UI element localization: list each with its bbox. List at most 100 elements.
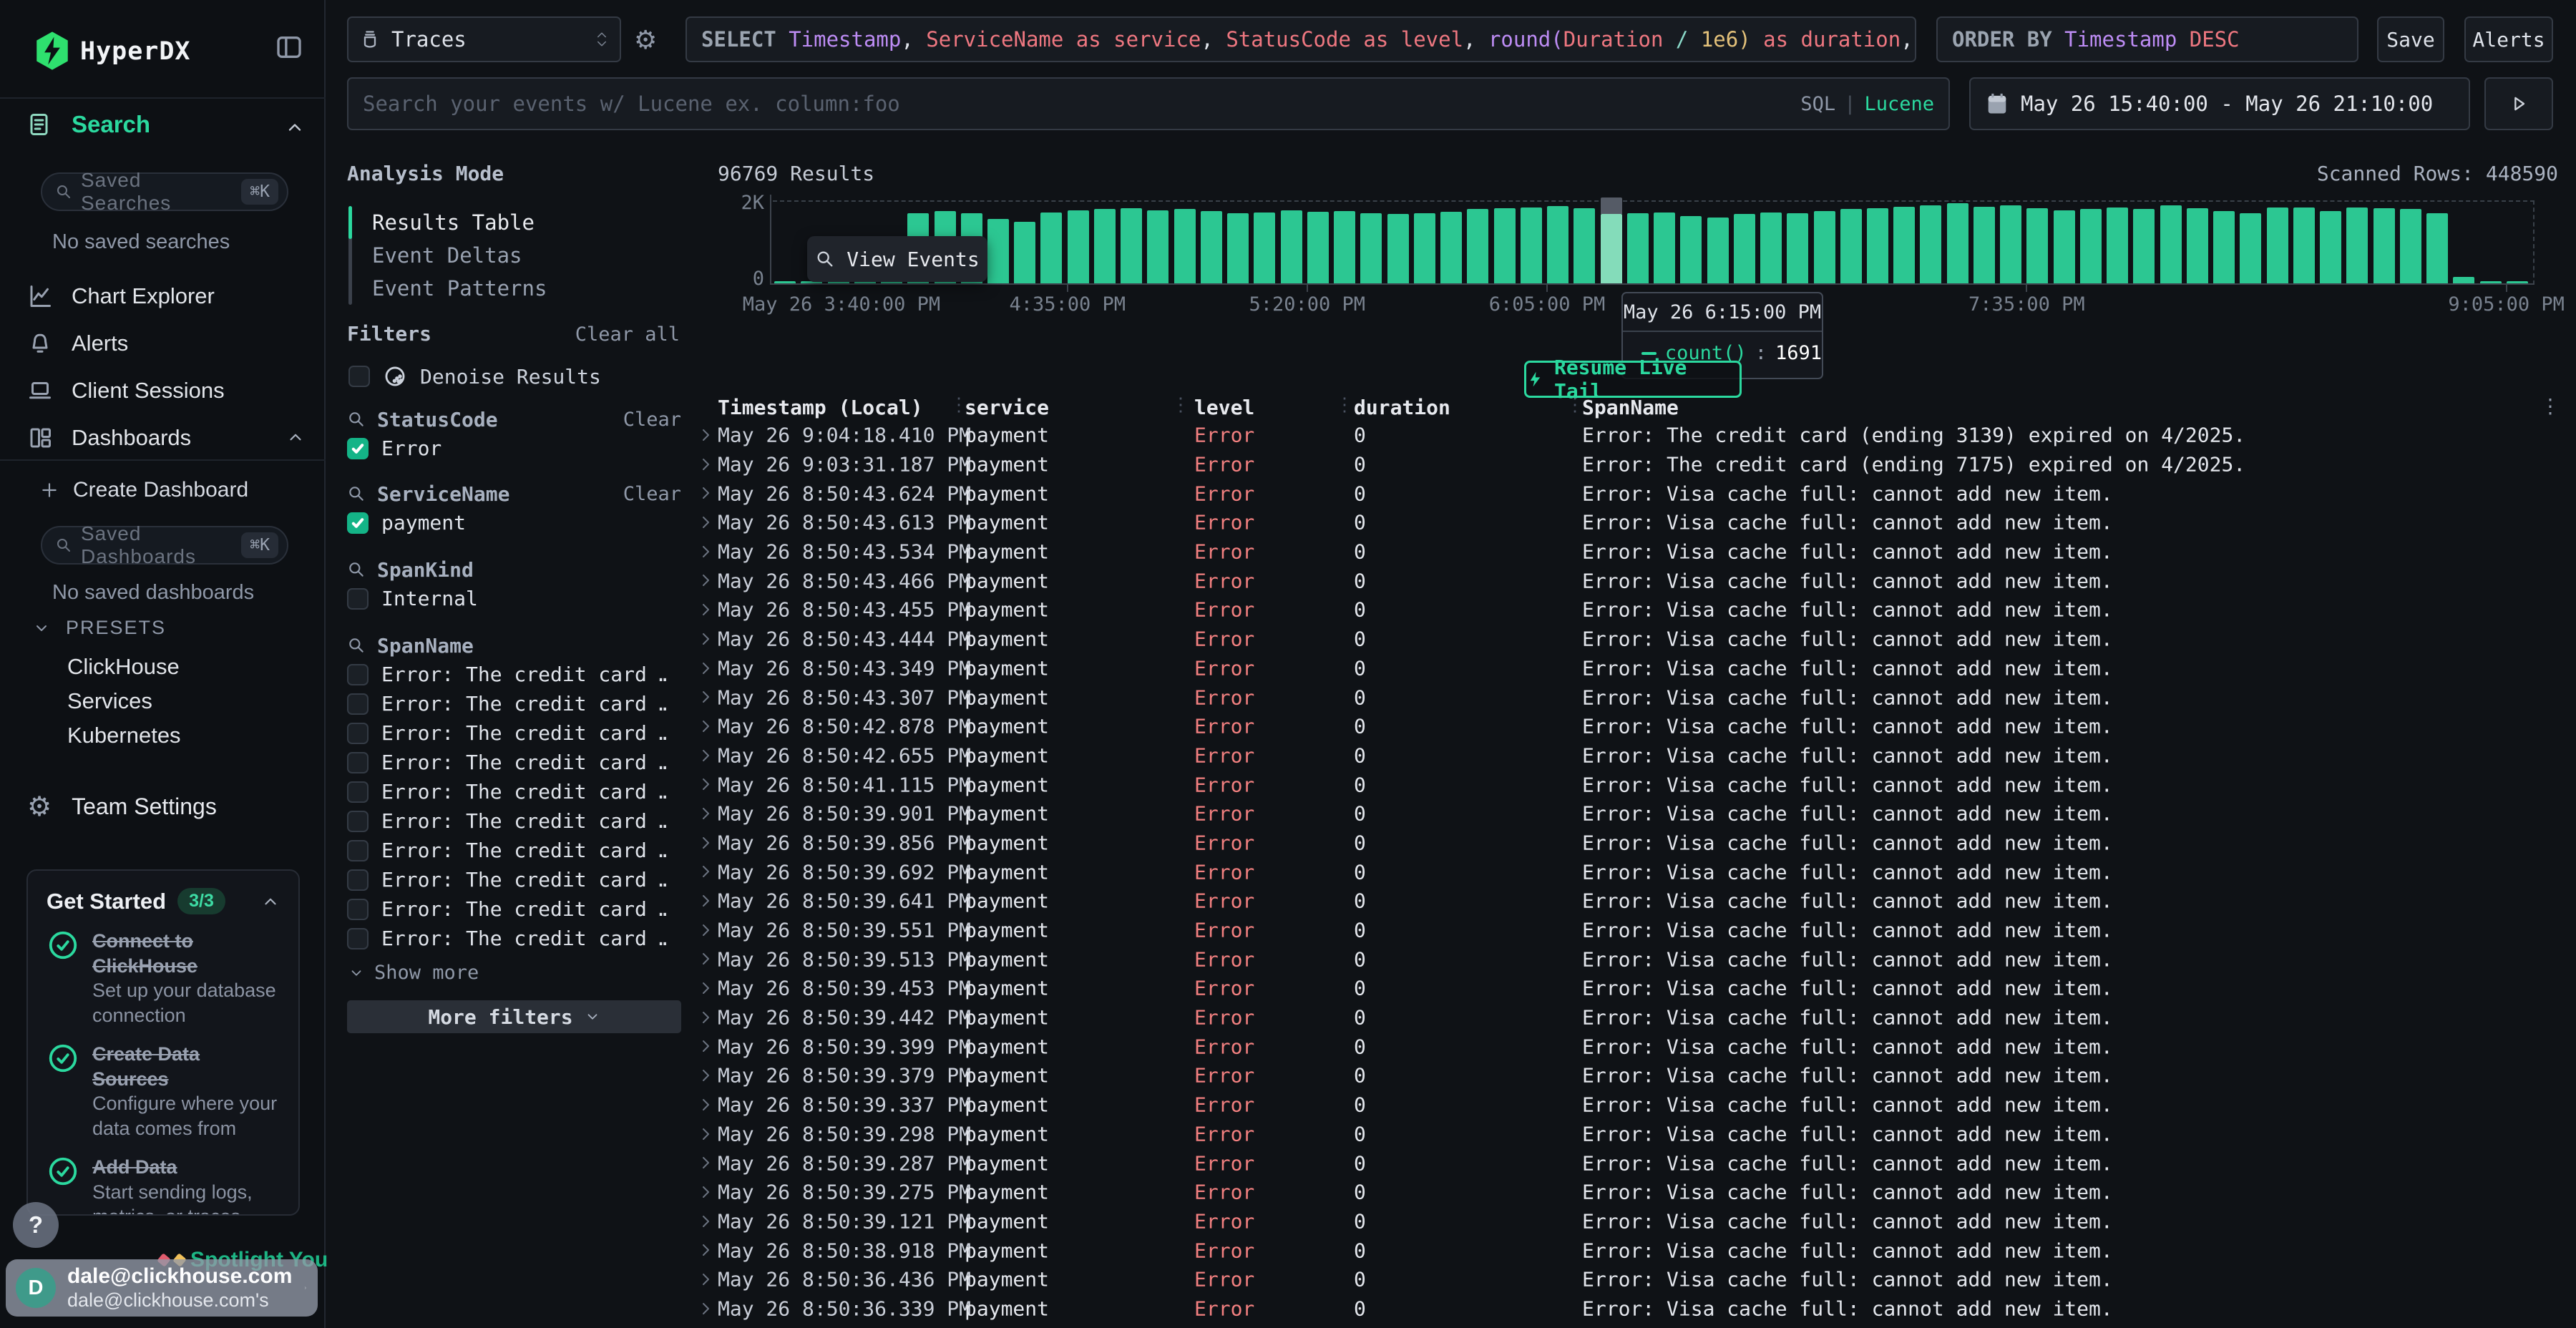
table-row[interactable]: May 26 8:50:43.466 PM payment Error 0 Er… <box>687 566 2576 595</box>
table-row[interactable]: May 26 8:50:43.349 PM payment Error 0 Er… <box>687 654 2576 683</box>
filter-option[interactable]: Error: The credit card … <box>347 748 681 777</box>
filter-option[interactable]: Error: The credit card … <box>347 924 681 953</box>
expand-row-chevron-icon[interactable] <box>697 543 714 560</box>
table-row[interactable]: May 26 8:50:39.287 PM payment Error 0 Er… <box>687 1148 2576 1178</box>
expand-row-chevron-icon[interactable] <box>697 718 714 735</box>
histogram-bar[interactable] <box>2426 213 2448 283</box>
expand-row-chevron-icon[interactable] <box>697 922 714 939</box>
table-row[interactable]: May 26 8:50:43.307 PM payment Error 0 Er… <box>687 683 2576 712</box>
histogram-bar[interactable] <box>1521 208 1542 283</box>
histogram-bar[interactable] <box>1627 213 1649 283</box>
histogram-bar[interactable] <box>774 281 796 283</box>
expand-row-chevron-icon[interactable] <box>697 776 714 793</box>
sidebar-item-team-settings[interactable]: ⚙ Team Settings <box>27 788 299 824</box>
table-row[interactable]: May 26 8:50:39.551 PM payment Error 0 Er… <box>687 916 2576 945</box>
histogram-bar[interactable] <box>1094 209 1116 283</box>
denoise-results-toggle[interactable]: Denoise Results <box>348 361 681 392</box>
table-row[interactable]: May 26 8:50:43.444 PM payment Error 0 Er… <box>687 625 2576 654</box>
histogram-bar[interactable] <box>1121 208 1142 283</box>
filter-option[interactable]: Error: The credit card … <box>347 718 681 748</box>
checkbox[interactable] <box>347 811 369 832</box>
expand-row-chevron-icon[interactable] <box>697 1038 714 1055</box>
user-menu[interactable]: D dale@clickhouse.com dale@clickhouse.co… <box>6 1259 318 1317</box>
histogram-bar[interactable] <box>1068 210 1089 283</box>
table-row[interactable]: May 26 8:50:39.453 PM payment Error 0 Er… <box>687 974 2576 1003</box>
table-row[interactable]: May 26 8:50:43.613 PM payment Error 0 Er… <box>687 508 2576 537</box>
presets-toggle[interactable]: PRESETS <box>33 617 248 639</box>
expand-row-chevron-icon[interactable] <box>697 426 714 444</box>
view-events-button[interactable]: View Events <box>807 236 987 282</box>
histogram-bar[interactable] <box>1414 213 1435 283</box>
expand-row-chevron-icon[interactable] <box>697 1213 714 1230</box>
sql-select-input[interactable]: SELECT Timestamp, ServiceName as service… <box>686 16 1916 62</box>
checkbox[interactable] <box>347 693 369 715</box>
table-row[interactable]: May 26 8:50:41.115 PM payment Error 0 Er… <box>687 770 2576 799</box>
sidebar-item-chart-explorer[interactable]: Chart Explorer <box>0 273 326 319</box>
histogram-bar[interactable] <box>2400 209 2421 283</box>
analysis-mode-option[interactable]: Event Patterns <box>372 272 673 305</box>
column-resize-handle[interactable]: ⋮ <box>1171 394 1190 416</box>
histogram-bar[interactable] <box>2240 213 2261 283</box>
table-row[interactable]: May 26 8:50:39.121 PM payment Error 0 Er… <box>687 1207 2576 1236</box>
histogram-bar[interactable] <box>1547 206 1568 283</box>
alerts-button[interactable]: Alerts <box>2464 16 2553 62</box>
histogram-bar[interactable] <box>2107 208 2128 283</box>
lucene-mode-toggle[interactable]: Lucene <box>1864 93 1934 115</box>
sidebar-item-client-sessions[interactable]: Client Sessions <box>0 368 326 414</box>
histogram-bar[interactable] <box>1281 210 1302 283</box>
histogram-bar[interactable] <box>1654 213 1675 283</box>
table-row[interactable]: May 26 8:50:43.455 PM payment Error 0 Er… <box>687 595 2576 625</box>
resume-live-tail-button[interactable]: Resume Live Tail <box>1524 361 1742 398</box>
table-row[interactable]: May 26 9:04:18.410 PM payment Error 0 Er… <box>687 421 2576 450</box>
get-started-item[interactable]: Add Data Start sending logs, metrics, or… <box>47 1155 280 1216</box>
sidebar-preset-item[interactable]: ClickHouse <box>0 650 326 684</box>
source-settings-gear-icon[interactable]: ⚙ <box>634 26 657 55</box>
histogram-bar[interactable] <box>1601 214 1622 283</box>
table-row[interactable]: May 26 8:50:39.442 PM payment Error 0 Er… <box>687 1003 2576 1032</box>
checkbox[interactable] <box>347 512 369 534</box>
table-row[interactable]: May 26 8:50:43.534 PM payment Error 0 Er… <box>687 537 2576 567</box>
help-button[interactable]: ? <box>13 1202 59 1248</box>
expand-row-chevron-icon[interactable] <box>697 484 714 502</box>
table-row[interactable]: May 26 8:50:39.641 PM payment Error 0 Er… <box>687 887 2576 916</box>
histogram-bar[interactable] <box>2187 208 2208 283</box>
expand-row-chevron-icon[interactable] <box>697 630 714 648</box>
clear-all-button[interactable]: Clear all <box>575 323 680 346</box>
table-row[interactable]: May 26 8:50:39.901 PM payment Error 0 Er… <box>687 799 2576 829</box>
expand-row-chevron-icon[interactable] <box>697 1126 714 1143</box>
table-row[interactable]: May 26 8:50:43.624 PM payment Error 0 Er… <box>687 479 2576 508</box>
histogram-bar[interactable] <box>1680 216 1702 283</box>
histogram-bar[interactable] <box>1467 209 1488 283</box>
expand-row-chevron-icon[interactable] <box>697 834 714 851</box>
histogram-bar[interactable] <box>1867 208 1888 283</box>
checkbox[interactable] <box>347 869 369 891</box>
expand-row-chevron-icon[interactable] <box>697 805 714 822</box>
get-started-item[interactable]: Connect to ClickHouse Set up your databa… <box>47 929 280 1027</box>
checkbox[interactable] <box>347 664 369 685</box>
histogram-bar[interactable] <box>1760 213 1782 283</box>
saved-dashboards-input[interactable]: Saved Dashboards ⌘K <box>41 526 288 565</box>
more-filters-button[interactable]: More filters <box>347 1000 681 1033</box>
histogram-bar[interactable] <box>2213 211 2235 283</box>
expand-row-chevron-icon[interactable] <box>697 1009 714 1026</box>
filter-option[interactable]: Error: The credit card … <box>347 689 681 718</box>
sidebar-item-search[interactable]: Search <box>72 111 150 138</box>
sidebar-preset-item[interactable]: Services <box>0 684 326 718</box>
histogram-bar[interactable] <box>1893 207 1915 283</box>
table-row[interactable]: May 26 8:50:39.399 PM payment Error 0 Er… <box>687 1032 2576 1061</box>
checkbox[interactable] <box>347 928 369 949</box>
histogram-bar[interactable] <box>1254 213 1275 283</box>
table-row[interactable]: May 26 8:50:39.379 PM payment Error 0 Er… <box>687 1061 2576 1090</box>
histogram-bar[interactable] <box>1360 213 1382 283</box>
column-resize-handle[interactable]: ⋮ <box>1335 394 1354 416</box>
sidebar-item-alerts[interactable]: Alerts <box>0 321 326 366</box>
table-row[interactable]: May 26 8:50:36.339 PM payment Error 0 Er… <box>687 1294 2576 1324</box>
table-row[interactable]: May 26 9:03:31.187 PM payment Error 0 Er… <box>687 450 2576 479</box>
histogram-bar[interactable] <box>2507 281 2528 283</box>
expand-row-chevron-icon[interactable] <box>697 1067 714 1084</box>
expand-row-chevron-icon[interactable] <box>697 688 714 706</box>
expand-row-chevron-icon[interactable] <box>697 1300 714 1317</box>
table-row[interactable]: May 26 8:50:39.513 PM payment Error 0 Er… <box>687 944 2576 974</box>
save-button[interactable]: Save <box>2377 16 2444 62</box>
facet-clear-button[interactable]: Clear <box>623 409 681 431</box>
